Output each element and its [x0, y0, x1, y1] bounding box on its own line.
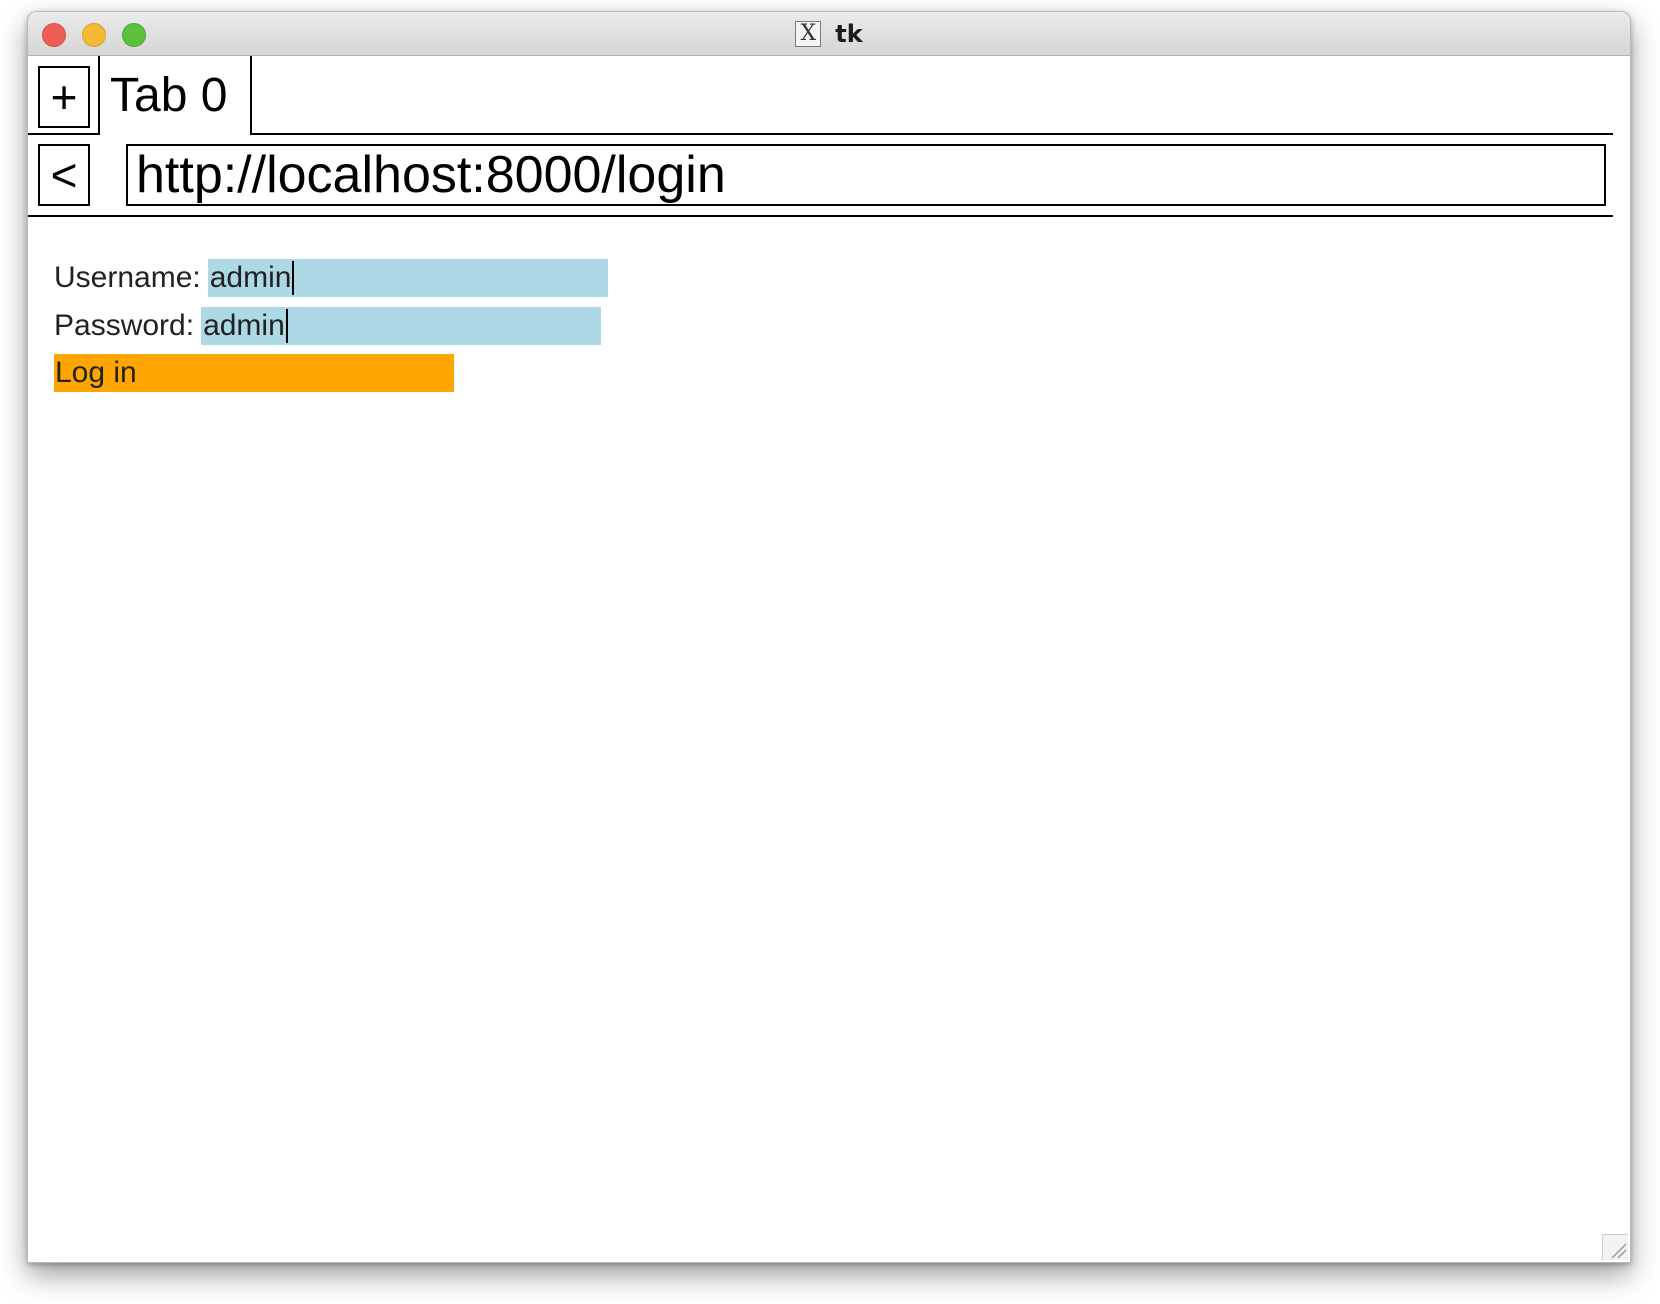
username-label: Username: — [54, 261, 201, 294]
title-bar[interactable]: X tk — [28, 12, 1630, 56]
url-text: http://localhost:8000/login — [136, 146, 726, 204]
address-bar[interactable]: http://localhost:8000/login — [126, 144, 1606, 206]
tab-0[interactable]: Tab 0 — [98, 56, 252, 135]
back-button[interactable]: < — [38, 144, 90, 206]
text-caret — [292, 261, 295, 295]
resize-grip-lines — [1611, 1243, 1627, 1259]
login-button-label: Log in — [55, 356, 137, 389]
window-title-group: X tk — [28, 12, 1630, 56]
login-button[interactable]: Log in — [54, 354, 454, 392]
tab-label: Tab 0 — [110, 69, 228, 122]
text-caret — [285, 309, 288, 343]
password-row: Password: admin — [54, 307, 602, 345]
username-value: admin — [209, 261, 292, 294]
app-window: X tk + Tab 0 < http://localhost:8000/log… — [27, 11, 1631, 1263]
username-row: Username: admin — [54, 259, 608, 297]
x11-icon: X — [795, 21, 822, 47]
tab-divider — [28, 133, 1613, 135]
resize-grip-icon[interactable] — [1602, 1234, 1628, 1260]
window-title: tk — [835, 20, 863, 48]
password-label: Password: — [54, 309, 195, 342]
new-tab-button[interactable]: + — [38, 66, 90, 128]
password-input[interactable]: admin — [201, 307, 602, 345]
password-value: admin — [203, 309, 285, 342]
username-input[interactable]: admin — [207, 259, 608, 297]
page-content: Username: admin Password: admin Log in — [28, 217, 1630, 1262]
tab-strip: + Tab 0 — [28, 56, 1630, 152]
